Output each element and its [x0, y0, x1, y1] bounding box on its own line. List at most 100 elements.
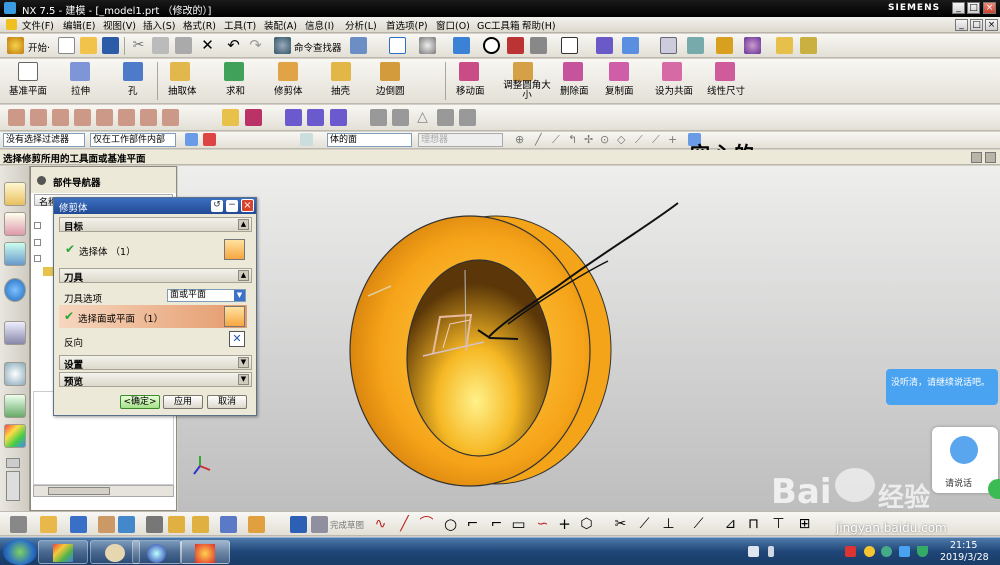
- command-finder-button[interactable]: 命令查找器: [294, 40, 342, 54]
- measure-icon[interactable]: [776, 37, 793, 54]
- menu-insert[interactable]: 插入(S): [143, 18, 175, 32]
- apply-button[interactable]: 应用: [163, 395, 203, 409]
- open-folder-icon[interactable]: [80, 37, 97, 54]
- network-tray-icon[interactable]: [881, 546, 892, 557]
- taskbar-ie-icon[interactable]: [132, 540, 182, 564]
- pin-icon[interactable]: [37, 176, 46, 185]
- resize-blend-button[interactable]: 调整圆角大小: [503, 81, 551, 101]
- center-icon[interactable]: ⊙: [600, 133, 613, 146]
- maximize-button[interactable]: □: [967, 2, 980, 14]
- make-coplanar-button[interactable]: 设为共面: [655, 83, 693, 97]
- graphics-window[interactable]: 没听清，请继续说话吧。 请说话 Bai 经验: [178, 166, 1000, 513]
- menu-edit[interactable]: 编辑(E): [63, 18, 95, 32]
- sketch-snap-icon[interactable]: [40, 516, 57, 533]
- shell-button[interactable]: 抽壳: [331, 83, 350, 97]
- voice-input-button[interactable]: 请说话: [932, 427, 998, 493]
- settings-section-header[interactable]: 设置 ▼: [59, 355, 252, 371]
- sketch-plane-icon[interactable]: [220, 516, 237, 533]
- inferred-dim-icon[interactable]: ⊓: [745, 516, 762, 533]
- keyboard-tray-icon[interactable]: [748, 546, 759, 557]
- prompt-restore-icon[interactable]: [971, 152, 982, 163]
- sketch-point-icon[interactable]: [70, 516, 87, 533]
- sketch-point-cross-icon[interactable]: +: [556, 516, 573, 533]
- dialog-collapse-icon[interactable]: −: [226, 200, 238, 212]
- studio-spline-icon[interactable]: ∽: [534, 516, 551, 533]
- taskbar-app-cube-icon[interactable]: [38, 540, 88, 564]
- target-section-header[interactable]: 目标 ▲: [59, 217, 252, 233]
- intersection-icon[interactable]: ✢: [584, 133, 597, 146]
- menu-file[interactable]: 文件(F): [22, 18, 54, 32]
- menu-info[interactable]: 信息(I): [305, 18, 334, 32]
- unite-icon[interactable]: [224, 62, 244, 81]
- existing-point-icon[interactable]: +: [668, 133, 681, 146]
- layer-icon[interactable]: [596, 37, 613, 54]
- history-icon[interactable]: [4, 321, 26, 345]
- quick-trim-icon[interactable]: ✂: [612, 516, 629, 533]
- copy-icon[interactable]: [152, 37, 169, 54]
- sketch-task-icon[interactable]: [290, 516, 307, 533]
- new-file-icon[interactable]: [58, 37, 75, 54]
- palette-icon[interactable]: [4, 394, 26, 418]
- start-icon[interactable]: [7, 37, 24, 54]
- dialog-close-button[interactable]: ×: [241, 199, 254, 212]
- selection-mode-icon[interactable]: [350, 37, 367, 54]
- update-tray-icon[interactable]: [899, 546, 910, 557]
- navigator-hscroll[interactable]: [33, 485, 174, 497]
- sketch-settings-icon[interactable]: ⊞: [796, 516, 813, 533]
- hole-button[interactable]: 孔: [128, 83, 138, 97]
- model-view[interactable]: [178, 166, 1000, 511]
- line-icon[interactable]: ╱: [396, 516, 413, 533]
- datum-plane-button[interactable]: 基准平面: [9, 83, 47, 97]
- copy-face-icon[interactable]: [609, 62, 629, 81]
- wcs-icon[interactable]: [622, 37, 639, 54]
- quick-extend-icon[interactable]: ⟋: [636, 516, 653, 533]
- dialog-reset-icon[interactable]: ↺: [211, 200, 223, 212]
- sketch-chain-icon[interactable]: [168, 516, 185, 533]
- copy-face-button[interactable]: 复制面: [605, 83, 634, 97]
- assembly-icon[interactable]: [687, 37, 704, 54]
- sketch-wrench-icon[interactable]: [146, 516, 163, 533]
- midpoint-icon[interactable]: ⟋: [552, 133, 565, 146]
- make-corner-icon[interactable]: ⊥: [660, 516, 677, 533]
- blend-face-icon[interactable]: [245, 109, 262, 126]
- doc-restore-button[interactable]: □: [970, 19, 983, 31]
- dimension-icon[interactable]: [307, 109, 324, 126]
- cut-icon[interactable]: ✂: [130, 37, 147, 54]
- extract-body-icon[interactable]: [170, 62, 190, 81]
- snap-icon[interactable]: [185, 133, 198, 146]
- reverse-direction-icon[interactable]: ✕: [229, 331, 245, 347]
- offset-face-icon[interactable]: [30, 109, 47, 126]
- menu-help[interactable]: 帮助(H): [522, 18, 556, 32]
- point-on-face-icon[interactable]: ⟋: [652, 133, 665, 146]
- ruler-icon[interactable]: [800, 37, 817, 54]
- cross-section-icon[interactable]: [118, 109, 135, 126]
- circle-icon[interactable]: ○: [442, 516, 459, 533]
- move-face-button[interactable]: 移动面: [456, 83, 485, 97]
- scroll-up-icon[interactable]: [6, 458, 20, 468]
- edge-blend-button[interactable]: 边倒圆: [376, 83, 405, 97]
- start-button[interactable]: 开始·: [28, 40, 50, 54]
- mirror-face-icon[interactable]: [96, 109, 113, 126]
- chamfer-icon[interactable]: ⌐: [488, 516, 505, 533]
- selection-filter-dropdown[interactable]: 没有选择过滤器: [3, 133, 85, 147]
- delete-face-icon[interactable]: [563, 62, 583, 81]
- taskbar-nx-icon[interactable]: [180, 540, 230, 564]
- pull-face-icon[interactable]: [285, 109, 302, 126]
- minimize-button[interactable]: _: [952, 2, 965, 14]
- profile-icon[interactable]: ∿: [372, 516, 389, 533]
- shield-tray-icon[interactable]: [917, 546, 928, 557]
- fillet-icon[interactable]: ⌐: [464, 516, 481, 533]
- tree-expander-icon[interactable]: [34, 222, 41, 229]
- resize-blend-icon[interactable]: [513, 62, 533, 81]
- close-button[interactable]: ×: [983, 2, 996, 14]
- microphone-tray-icon[interactable]: [768, 546, 774, 557]
- control-point-icon[interactable]: ↰: [568, 133, 581, 146]
- active-render-icon[interactable]: [483, 37, 500, 54]
- select-face-row[interactable]: ✔ 选择面或平面 （1）: [59, 305, 247, 328]
- trim-body-icon[interactable]: [278, 62, 298, 81]
- analysis-icon[interactable]: [716, 37, 733, 54]
- face-rule-dropdown[interactable]: 体的面: [327, 133, 412, 147]
- doc-close-button[interactable]: ×: [985, 19, 998, 31]
- pick-icon[interactable]: [203, 133, 216, 146]
- hole-icon[interactable]: [123, 62, 143, 81]
